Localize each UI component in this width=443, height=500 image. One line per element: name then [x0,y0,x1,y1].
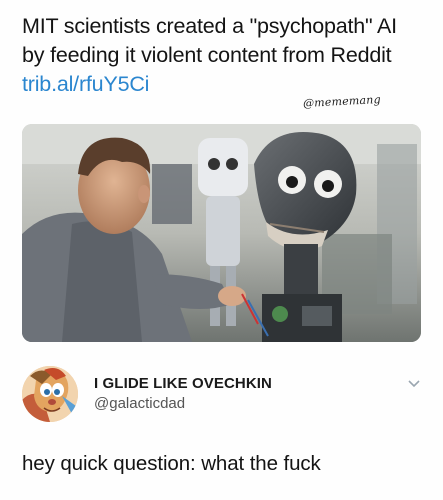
chipmunk-avatar-icon [22,366,78,422]
reply-tweet[interactable]: I GLIDE LIKE OVECHKIN @galacticdad [16,358,427,438]
post-headline: MIT scientists created a "psychopath" AI… [22,12,422,99]
reply-text: hey quick question: what the fuck [22,452,321,475]
post-image[interactable] [22,124,421,342]
display-name[interactable]: I GLIDE LIKE OVECHKIN [94,375,272,392]
robot-lab-photo [22,124,421,342]
watermark: @mememang [302,92,382,111]
chevron-down-icon[interactable] [407,376,421,390]
original-post: MIT scientists created a "psychopath" AI… [22,12,422,99]
user-handle[interactable]: @galacticdad [94,395,185,412]
post-link[interactable]: trib.al/rfuY5Ci [22,72,149,96]
headline-text: MIT scientists created a "psychopath" AI… [22,14,397,67]
avatar[interactable] [22,366,78,422]
